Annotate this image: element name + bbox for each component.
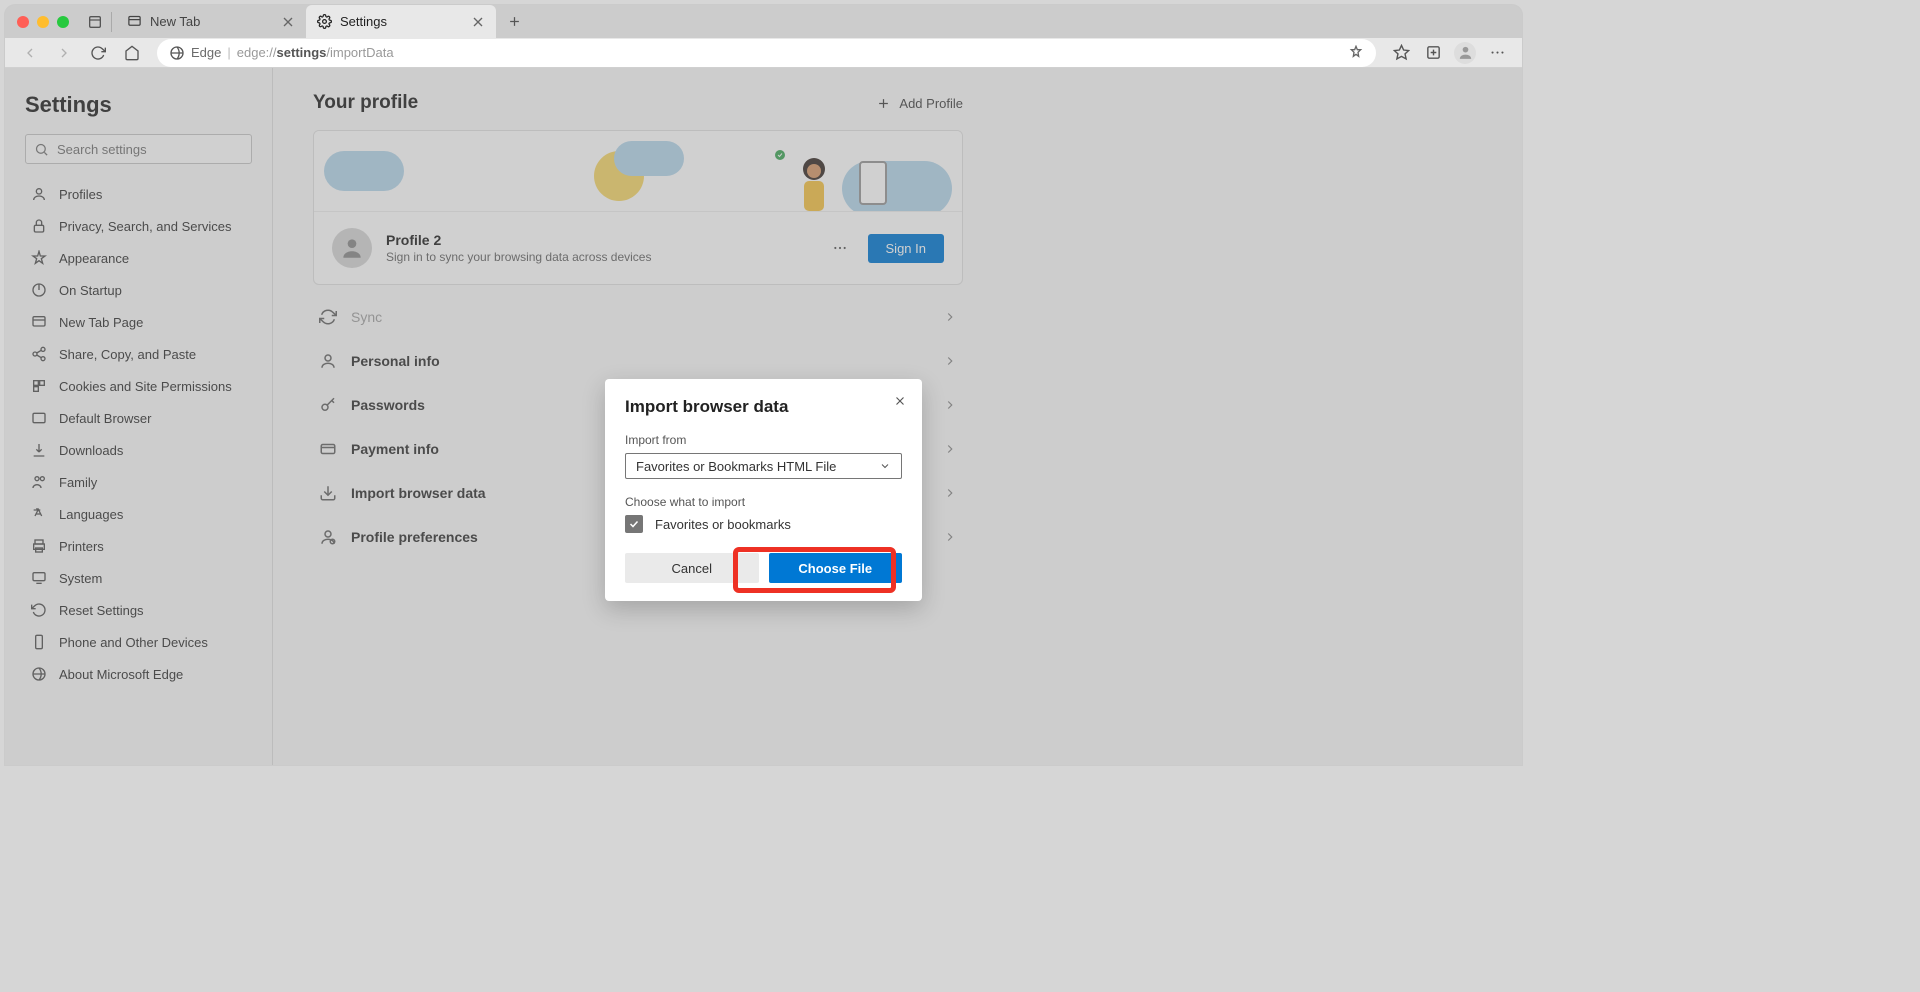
browser-toolbar: Edge | edge://settings/importData bbox=[5, 38, 1522, 68]
new-tab-button[interactable] bbox=[500, 8, 528, 36]
tab-actions-icon[interactable] bbox=[83, 10, 107, 34]
choose-file-button[interactable]: Choose File bbox=[769, 553, 903, 583]
tab-new-tab[interactable]: New Tab bbox=[116, 5, 306, 38]
close-window-button[interactable] bbox=[17, 16, 29, 28]
read-aloud-icon[interactable] bbox=[1348, 45, 1364, 61]
maximize-window-button[interactable] bbox=[57, 16, 69, 28]
more-button[interactable] bbox=[1482, 39, 1512, 67]
gear-icon bbox=[316, 14, 332, 30]
forward-button[interactable] bbox=[49, 39, 79, 67]
tab-favicon-icon bbox=[126, 14, 142, 30]
back-button[interactable] bbox=[15, 39, 45, 67]
close-tab-icon[interactable] bbox=[280, 14, 296, 30]
close-tab-icon[interactable] bbox=[470, 14, 486, 30]
tab-title: Settings bbox=[340, 14, 387, 29]
edge-icon bbox=[169, 45, 185, 61]
address-site: Edge bbox=[191, 45, 221, 60]
reload-button[interactable] bbox=[83, 39, 113, 67]
collections-button[interactable] bbox=[1418, 39, 1448, 67]
checkbox-checked-icon bbox=[625, 515, 643, 533]
profile-button[interactable] bbox=[1450, 39, 1480, 67]
window-titlebar: New Tab Settings bbox=[5, 5, 1522, 38]
modal-close-button[interactable] bbox=[890, 391, 910, 411]
window-controls bbox=[17, 16, 69, 28]
minimize-window-button[interactable] bbox=[37, 16, 49, 28]
choose-what-label: Choose what to import bbox=[625, 495, 902, 509]
address-bar[interactable]: Edge | edge://settings/importData bbox=[157, 39, 1376, 67]
import-from-select[interactable]: Favorites or Bookmarks HTML File bbox=[625, 453, 902, 479]
import-data-modal: Import browser data Import from Favorite… bbox=[605, 379, 922, 601]
favorites-checkbox[interactable]: Favorites or bookmarks bbox=[625, 515, 902, 533]
chevron-down-icon bbox=[879, 460, 891, 472]
modal-title: Import browser data bbox=[625, 397, 902, 417]
import-from-label: Import from bbox=[625, 433, 902, 447]
favorites-button[interactable] bbox=[1386, 39, 1416, 67]
home-button[interactable] bbox=[117, 39, 147, 67]
cancel-button[interactable]: Cancel bbox=[625, 553, 759, 583]
address-url: edge://settings/importData bbox=[237, 45, 394, 60]
tab-title: New Tab bbox=[150, 14, 200, 29]
tab-settings[interactable]: Settings bbox=[306, 5, 496, 38]
